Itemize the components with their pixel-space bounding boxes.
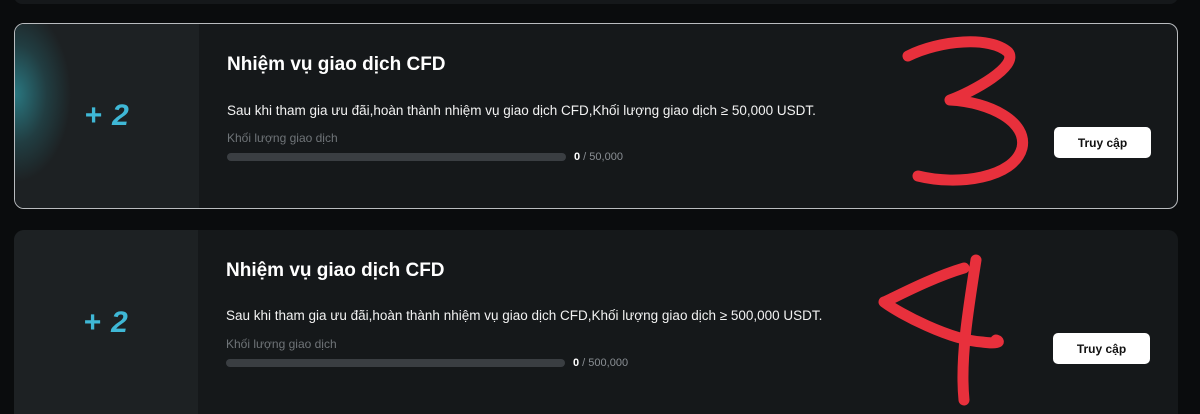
task-title: Nhiệm vụ giao dịch CFD	[227, 54, 446, 75]
reward-value: + 2	[84, 99, 130, 132]
progress-bar	[226, 359, 565, 367]
task-card[interactable]: + 2 Nhiệm vụ giao dịch CFD Sau khi tham …	[14, 230, 1178, 414]
progress-total: / 50,000	[580, 151, 623, 163]
previous-task-card	[14, 0, 1178, 4]
reward-value: + 2	[83, 306, 129, 339]
progress-bar	[227, 153, 566, 161]
progress-label: Khối lượng giao dịch	[226, 337, 337, 351]
progress-count: 0 / 50,000	[574, 151, 623, 163]
access-button[interactable]: Truy cập	[1054, 127, 1151, 158]
task-title: Nhiệm vụ giao dịch CFD	[226, 260, 445, 281]
reward-panel: + 2	[14, 230, 198, 414]
progress-count: 0 / 500,000	[573, 357, 628, 369]
access-button[interactable]: Truy cập	[1053, 333, 1150, 364]
task-list-page: + 2 Nhiệm vụ giao dịch CFD Sau khi tham …	[0, 0, 1200, 414]
task-description: Sau khi tham gia ưu đãi,hoàn thành nhiệm…	[226, 308, 823, 323]
task-description: Sau khi tham gia ưu đãi,hoàn thành nhiệm…	[227, 103, 816, 118]
task-card[interactable]: + 2 Nhiệm vụ giao dịch CFD Sau khi tham …	[14, 23, 1178, 209]
reward-panel: + 2	[15, 24, 199, 208]
progress-total: / 500,000	[579, 357, 629, 369]
progress-label: Khối lượng giao dịch	[227, 131, 338, 145]
